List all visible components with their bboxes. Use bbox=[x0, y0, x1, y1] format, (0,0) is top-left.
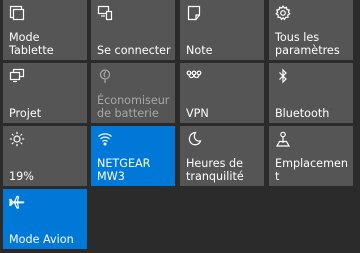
tile-label: Emplacement bbox=[275, 157, 348, 183]
tile-label: Mode Tablette bbox=[9, 31, 54, 57]
note-icon bbox=[186, 5, 202, 21]
tile-label: Bluetooth bbox=[275, 107, 330, 120]
tile-label: Tous les paramètres bbox=[275, 31, 340, 57]
quick-actions-panel: Mode Tablette Se connecter Note Tous les… bbox=[0, 0, 360, 253]
location-tile[interactable]: Emplacement bbox=[269, 126, 353, 186]
tablet-mode-tile[interactable]: Mode Tablette bbox=[3, 0, 87, 60]
tile-label: Note bbox=[186, 44, 213, 57]
all-settings-tile[interactable]: Tous les paramètres bbox=[269, 0, 353, 60]
moon-icon bbox=[186, 131, 202, 147]
vpn-tile[interactable]: VPN bbox=[180, 63, 264, 123]
tile-label: Se connecter bbox=[97, 44, 171, 57]
brightness-icon bbox=[9, 131, 25, 147]
airplane-mode-tile[interactable]: Mode Avion bbox=[3, 189, 87, 249]
location-icon bbox=[275, 131, 291, 147]
tile-label: Mode Avion bbox=[9, 233, 74, 246]
gear-icon bbox=[275, 5, 291, 21]
tile-label: Projet bbox=[9, 107, 42, 120]
quiet-hours-tile[interactable]: Heures de tranquilité bbox=[180, 126, 264, 186]
note-tile[interactable]: Note bbox=[180, 0, 264, 60]
tile-label: 19% bbox=[9, 170, 34, 183]
project-icon bbox=[9, 68, 25, 84]
project-tile[interactable]: Projet bbox=[3, 63, 87, 123]
vpn-icon bbox=[186, 68, 202, 84]
tile-label: Économiseur de batterie bbox=[97, 94, 170, 120]
battery-saver-tile[interactable]: Économiseur de batterie bbox=[91, 63, 175, 123]
battery-saver-icon bbox=[97, 68, 113, 84]
wifi-icon bbox=[97, 131, 113, 147]
tile-label: VPN bbox=[186, 107, 209, 120]
tile-label: Heures de tranquilité bbox=[186, 157, 244, 183]
connect-icon bbox=[97, 5, 113, 21]
tile-label: NETGEAR MW3 bbox=[97, 157, 151, 183]
bluetooth-icon bbox=[275, 68, 291, 84]
brightness-tile[interactable]: 19% bbox=[3, 126, 87, 186]
connect-tile[interactable]: Se connecter bbox=[91, 0, 175, 60]
bluetooth-tile[interactable]: Bluetooth bbox=[269, 63, 353, 123]
wifi-tile[interactable]: NETGEAR MW3 bbox=[91, 126, 175, 186]
tablet-mode-icon bbox=[9, 5, 25, 21]
airplane-icon bbox=[9, 194, 25, 210]
